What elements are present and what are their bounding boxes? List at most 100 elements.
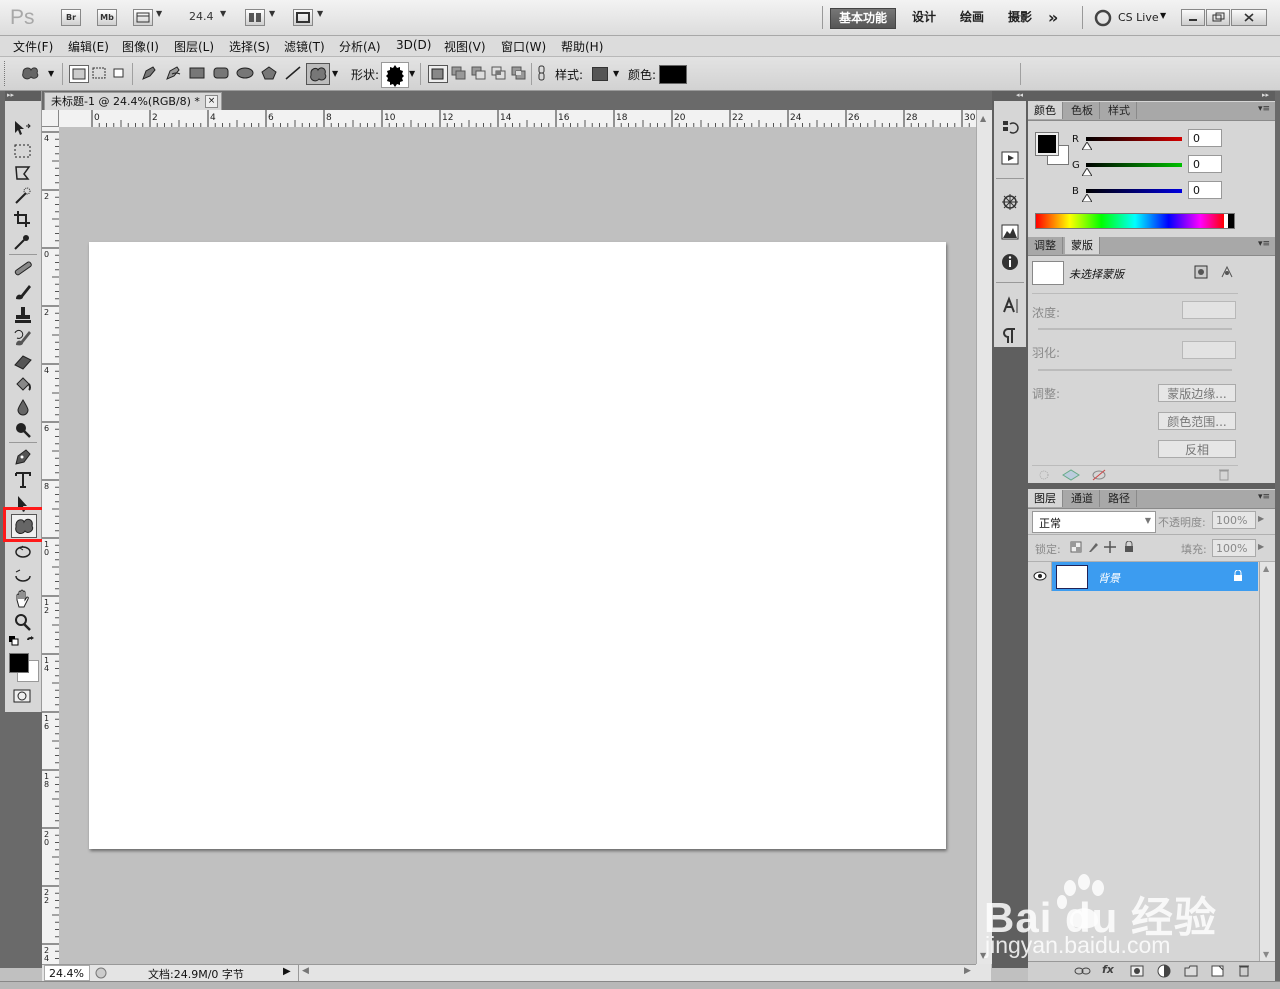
right-panel-header[interactable]: ▸▸ bbox=[1028, 91, 1275, 101]
chevron-down-icon[interactable]: ▼ bbox=[409, 69, 415, 78]
status-menu-arrow[interactable]: ▶ bbox=[283, 966, 291, 977]
quick-mask-icon[interactable] bbox=[13, 689, 31, 703]
layer-style-icon[interactable]: fx bbox=[1102, 963, 1114, 976]
layer-row-background[interactable]: 背景 bbox=[1052, 562, 1258, 591]
workspace-photography[interactable]: 摄影 bbox=[1000, 8, 1040, 27]
chevron-down-icon[interactable]: ▼ bbox=[1160, 11, 1166, 20]
fill-pixels-icon[interactable] bbox=[110, 65, 128, 81]
polygon-icon[interactable] bbox=[260, 65, 278, 81]
layers-scrollbar[interactable]: ▲ ▼ bbox=[1259, 562, 1275, 961]
link-icon[interactable] bbox=[536, 65, 548, 81]
mini-bridge-button[interactable]: Mb bbox=[97, 9, 117, 26]
menu-help[interactable]: 帮助(H) bbox=[561, 38, 603, 55]
eraser-tool-icon[interactable] bbox=[12, 351, 34, 371]
subtract-shape-area-icon[interactable] bbox=[470, 65, 488, 81]
menu-image[interactable]: 图像(I) bbox=[122, 38, 159, 55]
chevron-down-icon[interactable]: ▼ bbox=[332, 69, 338, 78]
red-slider-thumb[interactable] bbox=[1082, 142, 1092, 150]
swap-colors-icon[interactable] bbox=[26, 636, 36, 646]
new-group-icon[interactable] bbox=[1184, 965, 1198, 977]
opacity-input[interactable]: 100% bbox=[1212, 511, 1256, 529]
restore-button[interactable] bbox=[1206, 9, 1230, 26]
move-tool-icon[interactable] bbox=[12, 118, 34, 138]
chevron-down-icon[interactable]: ▼ bbox=[317, 9, 323, 18]
menu-window[interactable]: 窗口(W) bbox=[501, 38, 546, 55]
more-workspaces-button[interactable]: » bbox=[1040, 8, 1066, 27]
tab-color[interactable]: 颜色 bbox=[1028, 102, 1063, 119]
lock-position-icon[interactable] bbox=[1104, 541, 1116, 553]
lasso-tool-icon[interactable] bbox=[12, 163, 34, 183]
crop-tool-icon[interactable] bbox=[12, 209, 34, 229]
close-tab-icon[interactable]: × bbox=[205, 95, 218, 108]
fill-input[interactable]: 100% bbox=[1212, 539, 1256, 557]
exclude-overlapping-icon[interactable] bbox=[510, 65, 528, 81]
adjustment-layer-icon[interactable] bbox=[1157, 964, 1171, 978]
marquee-tool-icon[interactable] bbox=[12, 141, 34, 161]
screen-mode-button[interactable] bbox=[293, 9, 313, 26]
workspace-design[interactable]: 设计 bbox=[904, 8, 944, 27]
path-selection-tool-icon[interactable] bbox=[12, 493, 34, 513]
chevron-down-icon[interactable]: ▼ bbox=[156, 9, 162, 18]
menu-layer[interactable]: 图层(L) bbox=[174, 38, 214, 55]
blend-mode-select[interactable]: 正常 ▼ bbox=[1032, 511, 1156, 533]
menu-3d[interactable]: 3D(D) bbox=[396, 38, 431, 52]
layer-visibility-toggle[interactable] bbox=[1029, 562, 1052, 591]
workspace-essentials[interactable]: 基本功能 bbox=[830, 8, 897, 29]
panel-menu-icon[interactable]: ▾≡ bbox=[1258, 492, 1272, 502]
scroll-left-arrow[interactable]: ◀ bbox=[302, 966, 309, 976]
rectangle-icon[interactable] bbox=[188, 65, 206, 81]
style-picker[interactable] bbox=[592, 67, 608, 81]
paint-bucket-tool-icon[interactable] bbox=[12, 374, 34, 394]
layer-name[interactable]: 背景 bbox=[1098, 570, 1120, 586]
paths-icon[interactable] bbox=[90, 65, 108, 81]
actions-icon[interactable] bbox=[1000, 148, 1020, 168]
view-extras-button[interactable] bbox=[133, 9, 153, 26]
pixel-mask-icon[interactable] bbox=[1194, 265, 1208, 279]
document-canvas[interactable] bbox=[89, 242, 946, 849]
history-icon[interactable] bbox=[1000, 118, 1020, 138]
green-slider[interactable] bbox=[1086, 163, 1182, 167]
close-window-button[interactable] bbox=[1231, 9, 1267, 26]
line-icon[interactable] bbox=[284, 65, 302, 81]
fill-slider-arrow[interactable]: ▶ bbox=[1258, 542, 1264, 551]
menu-edit[interactable]: 编辑(E) bbox=[68, 38, 109, 55]
zoom-level[interactable]: 24.4 bbox=[189, 10, 214, 23]
3d-panel-icon[interactable] bbox=[1000, 192, 1020, 212]
mask-edge-button[interactable]: 蒙版边缘... bbox=[1158, 384, 1236, 402]
eyedropper-tool-icon[interactable] bbox=[12, 232, 34, 252]
menu-filter[interactable]: 滤镜(T) bbox=[284, 38, 325, 55]
tab-paths[interactable]: 路径 bbox=[1102, 490, 1137, 507]
lock-all-icon[interactable] bbox=[1123, 541, 1135, 553]
healing-brush-tool-icon[interactable] bbox=[12, 258, 34, 278]
blue-slider[interactable] bbox=[1086, 189, 1182, 193]
freeform-pen-icon[interactable] bbox=[164, 65, 182, 81]
custom-shape-icon[interactable] bbox=[306, 63, 330, 85]
add-mask-icon[interactable] bbox=[1130, 965, 1144, 977]
paragraph-icon[interactable] bbox=[1000, 326, 1020, 346]
lock-transparent-icon[interactable] bbox=[1070, 541, 1082, 553]
ellipse-icon[interactable] bbox=[236, 65, 254, 81]
tools-panel-header[interactable]: ▸▸ bbox=[5, 91, 41, 101]
lock-image-icon[interactable] bbox=[1087, 541, 1099, 553]
info-icon[interactable] bbox=[1000, 252, 1020, 272]
color-spectrum-ramp[interactable] bbox=[1035, 213, 1235, 229]
chevron-down-icon[interactable]: ▼ bbox=[269, 9, 275, 18]
invert-button[interactable]: 反相 bbox=[1158, 440, 1236, 458]
blue-slider-thumb[interactable] bbox=[1082, 194, 1092, 202]
workspace-painting[interactable]: 绘画 bbox=[952, 8, 992, 27]
menu-view[interactable]: 视图(V) bbox=[444, 38, 486, 55]
document-tab[interactable]: 未标题-1 @ 24.4%(RGB/8) * bbox=[44, 92, 222, 110]
quick-selection-tool-icon[interactable] bbox=[12, 186, 34, 206]
color-swatch[interactable] bbox=[659, 65, 687, 84]
tool-preset-picker[interactable] bbox=[20, 65, 44, 81]
tab-swatches[interactable]: 色板 bbox=[1065, 102, 1100, 119]
panel-menu-icon[interactable]: ▾≡ bbox=[1258, 104, 1272, 114]
opacity-slider-arrow[interactable]: ▶ bbox=[1258, 514, 1264, 523]
color-range-button[interactable]: 颜色范围... bbox=[1158, 412, 1236, 430]
vertical-ruler[interactable]: 42024681012141618202224 bbox=[42, 127, 60, 964]
red-value[interactable]: 0 bbox=[1188, 129, 1222, 147]
shape-picker[interactable] bbox=[381, 62, 409, 88]
chevron-down-icon[interactable]: ▼ bbox=[220, 9, 226, 18]
histogram-icon[interactable] bbox=[1000, 222, 1020, 242]
pen-tool-icon[interactable] bbox=[12, 447, 34, 467]
